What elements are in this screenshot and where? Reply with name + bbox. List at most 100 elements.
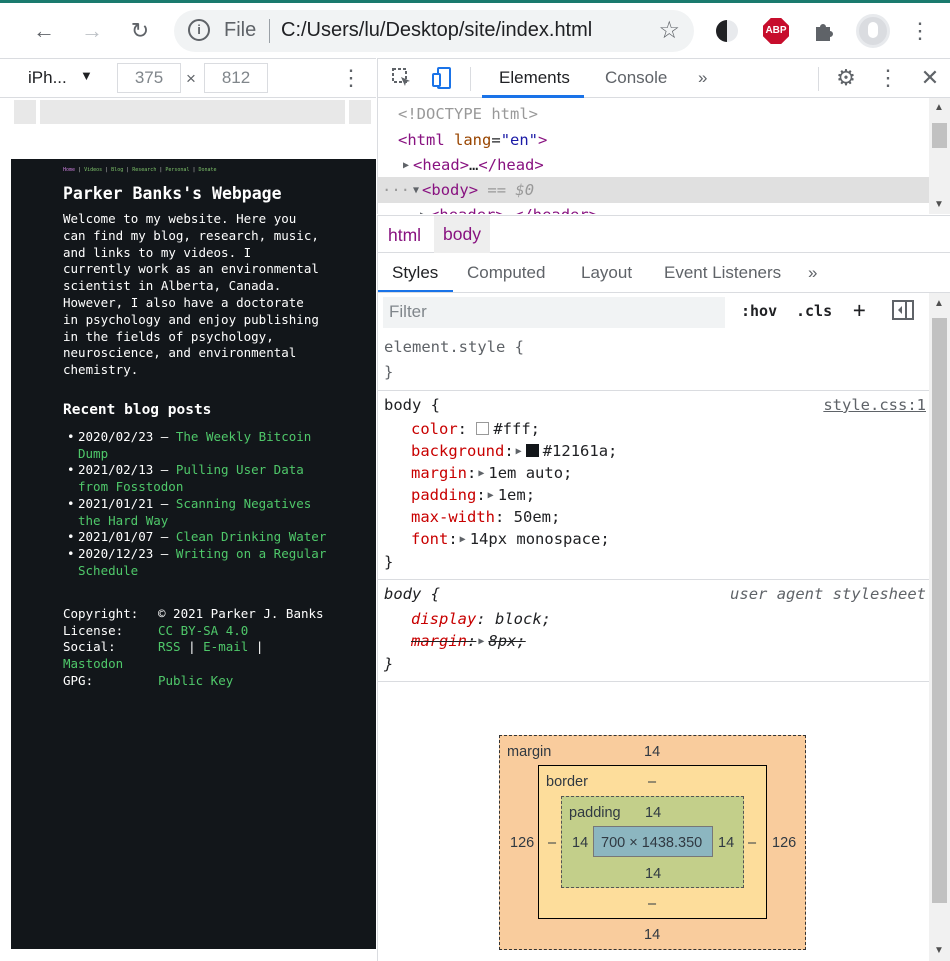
viewport-width-input[interactable]: 375	[117, 63, 181, 93]
margin-top-value[interactable]: 14	[644, 744, 660, 760]
settings-gear-icon[interactable]: ⚙	[832, 64, 860, 92]
back-arrow-icon[interactable]: ←	[30, 17, 58, 45]
nav-link-personal[interactable]: Personal	[165, 167, 189, 173]
elements-scrollbar[interactable]: ▲ ▼	[929, 98, 950, 214]
html-node[interactable]: <html lang="en">	[398, 131, 547, 149]
tab-console[interactable]: Console	[605, 68, 667, 88]
expand-triangle-icon[interactable]: ▶	[516, 446, 522, 457]
css-declaration[interactable]: color: #fff;	[411, 420, 540, 438]
border-right-value[interactable]: –	[748, 835, 756, 851]
nav-link-videos[interactable]: Videos	[84, 167, 102, 173]
css-declaration[interactable]: margin: ▶ 1em auto;	[411, 464, 572, 482]
scroll-up-icon[interactable]: ▲	[934, 102, 944, 113]
device-toolbar-toggle-icon[interactable]	[428, 64, 456, 92]
more-tabs-icon[interactable]: »	[698, 68, 707, 88]
breadcrumb-html[interactable]: html	[388, 225, 421, 246]
scroll-down-icon[interactable]: ▼	[934, 945, 944, 956]
gpg-link[interactable]: Public Key	[158, 673, 233, 690]
body-node[interactable]: ··· ▼ <body> == $0	[382, 181, 534, 199]
expand-triangle-icon[interactable]: ▶	[488, 490, 494, 501]
new-style-rule-icon[interactable]: +	[853, 298, 866, 322]
style-rule[interactable]: body { style.css:1 color: #fff; backgrou…	[378, 391, 930, 580]
browser-menu-icon[interactable]: ⋮	[906, 17, 934, 45]
email-link[interactable]: E-mail	[203, 639, 248, 654]
media-query-ruler[interactable]	[40, 100, 345, 124]
close-devtools-icon[interactable]: ✕	[916, 64, 944, 92]
address-bar[interactable]: i File C:/Users/lu/Desktop/site/index.ht…	[174, 10, 694, 52]
padding-top-value[interactable]: 14	[645, 805, 661, 821]
doctype-node[interactable]: <!DOCTYPE html>	[398, 105, 538, 123]
url-separator	[269, 19, 270, 43]
dropdown-caret-icon[interactable]: ▼	[80, 68, 93, 83]
tab-layout[interactable]: Layout	[581, 263, 632, 283]
more-subtabs-icon[interactable]: »	[808, 263, 817, 283]
scrollbar-thumb[interactable]	[932, 123, 947, 148]
license-link[interactable]: CC BY-SA 4.0	[158, 623, 248, 640]
rule-source-link[interactable]: style.css:1	[823, 396, 926, 414]
css-declaration[interactable]: font: ▶ 14px monospace;	[411, 530, 610, 548]
margin-bottom-value[interactable]: 14	[644, 927, 660, 943]
bookmark-star-icon[interactable]: ☆	[658, 16, 680, 45]
color-swatch[interactable]	[476, 422, 490, 435]
nav-link-blog[interactable]: Blog	[111, 167, 123, 173]
margin-left-value[interactable]: 126	[510, 835, 534, 851]
css-property: margin	[411, 464, 467, 482]
margin-right-value[interactable]: 126	[772, 835, 796, 851]
post-link[interactable]: Clean Drinking Water	[176, 529, 327, 544]
cls-toggle[interactable]: .cls	[796, 302, 832, 320]
hov-toggle[interactable]: :hov	[741, 302, 777, 320]
breadcrumb-body[interactable]: body	[434, 216, 490, 253]
toggle-sidebar-icon[interactable]	[892, 300, 914, 324]
inspect-element-icon[interactable]	[388, 64, 416, 92]
tab-computed[interactable]: Computed	[467, 263, 545, 283]
expand-triangle-icon[interactable]: ▶	[460, 534, 466, 545]
css-property: color	[411, 420, 458, 438]
device-more-options-icon[interactable]: ⋮	[340, 65, 362, 91]
css-declaration[interactable]: padding: ▶ 1em;	[411, 486, 535, 504]
tab-styles[interactable]: Styles	[392, 263, 438, 283]
filter-input[interactable]: Filter	[383, 297, 725, 328]
header-node[interactable]: ▶<header>…</header>	[420, 206, 598, 214]
adblock-plus-icon[interactable]: ABP	[763, 18, 789, 44]
expand-triangle-icon[interactable]: ▶	[478, 468, 484, 479]
info-icon[interactable]: i	[188, 19, 210, 41]
element-style-rule[interactable]: element.style { }	[378, 333, 930, 391]
tab-elements[interactable]: Elements	[499, 68, 570, 88]
head-node[interactable]: ▶ <head>…</head>	[403, 156, 544, 174]
nav-link-donate[interactable]: Donate	[199, 167, 217, 173]
css-declaration[interactable]: background: ▶ #12161a;	[411, 442, 617, 460]
border-bottom-value[interactable]: –	[648, 896, 656, 912]
media-query-ruler[interactable]	[14, 100, 36, 124]
forward-arrow-icon[interactable]: →	[78, 17, 106, 45]
css-declaration[interactable]: max-width: 50em;	[411, 508, 560, 526]
viewport-height-input[interactable]: 812	[204, 63, 268, 93]
scrollbar-thumb[interactable]	[932, 318, 947, 903]
padding-left-value[interactable]: 14	[572, 835, 588, 851]
border-left-value[interactable]: –	[548, 835, 556, 851]
padding-right-value[interactable]: 14	[718, 835, 734, 851]
mastodon-link[interactable]: Mastodon	[63, 656, 123, 671]
styles-scrollbar[interactable]: ▲ ▼	[929, 293, 950, 961]
media-query-ruler[interactable]	[349, 100, 371, 124]
scroll-up-icon[interactable]: ▲	[934, 298, 944, 309]
reload-icon[interactable]: ↻	[126, 17, 154, 45]
device-select[interactable]: iPh...	[28, 68, 67, 88]
dark-mode-extension-icon[interactable]	[713, 17, 741, 45]
profile-avatar[interactable]	[856, 14, 890, 48]
expand-triangle-icon[interactable]: ▶	[478, 636, 484, 647]
tab-event-listeners[interactable]: Event Listeners	[664, 263, 781, 283]
rss-link[interactable]: RSS	[158, 639, 181, 654]
nav-link-research[interactable]: Research	[132, 167, 156, 173]
padding-bottom-value[interactable]: 14	[645, 866, 661, 882]
url-text[interactable]: C:/Users/lu/Desktop/site/index.html	[281, 19, 592, 42]
nav-link-home[interactable]: Home	[63, 167, 75, 173]
rule-selector: body {	[384, 396, 440, 414]
scroll-down-icon[interactable]: ▼	[934, 199, 944, 210]
border-top-value[interactable]: –	[648, 774, 656, 790]
extensions-puzzle-icon[interactable]	[810, 17, 838, 45]
color-swatch[interactable]	[525, 444, 539, 457]
user-agent-rule[interactable]: body { user agent stylesheet display: bl…	[378, 580, 930, 682]
devtools-menu-icon[interactable]: ⋮	[874, 64, 902, 92]
devtools-tabbar: Elements Console » ⚙ ⋮ ✕	[377, 58, 950, 98]
content-dimensions[interactable]: 700 × 1438.350	[601, 835, 702, 851]
